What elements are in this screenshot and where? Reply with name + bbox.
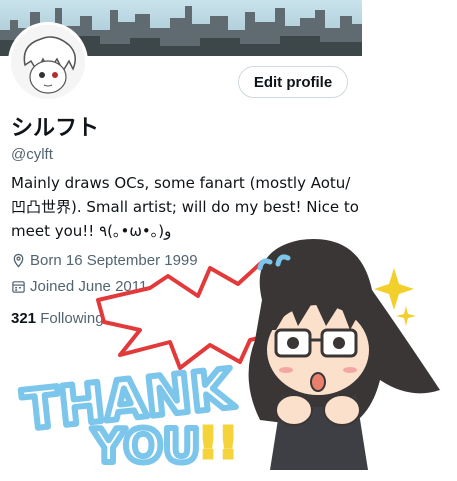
birthday-row: Born 16 September 1999 (11, 252, 198, 269)
joined-text: Joined June 2011 (30, 278, 148, 295)
bio-line: 凹凸世界). Small artist; will do my best! Ni… (11, 198, 359, 216)
joined-row: Joined June 2011 (11, 278, 147, 295)
thank-text: THANK (19, 357, 237, 442)
sparkle-icon (396, 306, 416, 326)
location-icon (13, 253, 24, 268)
chibi-character (248, 239, 440, 470)
bio: Mainly draws OCs, some fanart (mostly Ao… (11, 171, 361, 243)
motion-mark (257, 258, 273, 271)
followers-link[interactable]: 100 Followers (124, 310, 217, 327)
exclaim-text: !! (198, 418, 238, 469)
display-name: シルフト (11, 116, 100, 141)
following-count: 321 (11, 310, 37, 327)
followers-label: Followers (153, 310, 218, 327)
handle: @cylft (11, 146, 53, 163)
you-text: YOU (91, 419, 200, 473)
motion-mark (275, 254, 291, 267)
edit-profile-button[interactable]: Edit profile (238, 66, 348, 98)
following-link[interactable]: 321 Following (11, 310, 104, 327)
bio-line: Mainly draws OCs, some fanart (mostly Ao… (11, 174, 351, 192)
birthday-text: Born 16 September 1999 (30, 252, 198, 269)
followers-count: 100 (124, 310, 150, 327)
following-label: Following (40, 310, 104, 327)
bio-line: meet you!! ٩(｡•ω•｡)و (11, 222, 172, 240)
avatar[interactable] (8, 22, 88, 102)
sparkle-icon (374, 268, 414, 310)
calendar-icon (12, 281, 25, 293)
